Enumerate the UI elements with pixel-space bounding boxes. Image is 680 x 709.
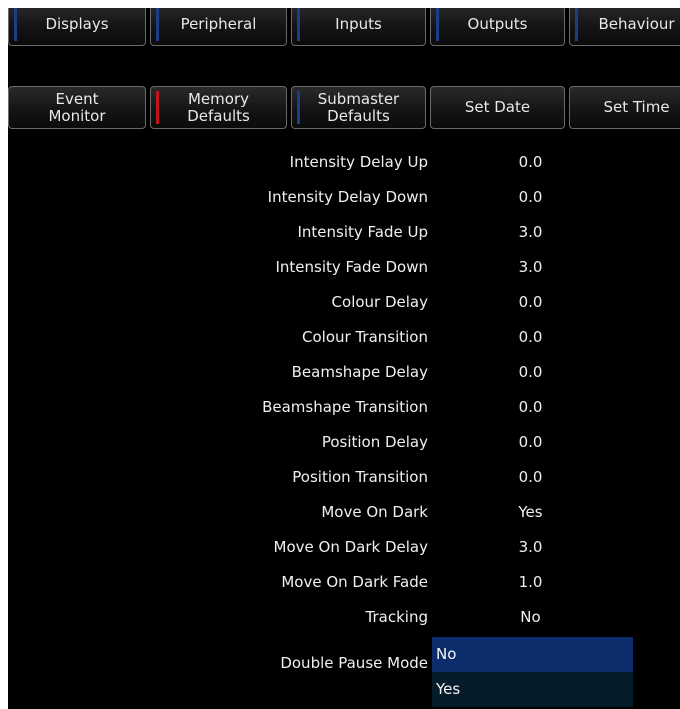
double-pause-mode-label: Double Pause Mode <box>280 654 428 672</box>
tab-label: Inputs <box>335 15 382 33</box>
tab-indicator-bar <box>575 8 578 41</box>
setting-value[interactable]: 1.0 <box>488 565 573 600</box>
tab-label: Event Monitor <box>48 89 106 125</box>
setting-value[interactable]: 0.0 <box>488 320 573 355</box>
setting-value[interactable]: 0.0 <box>488 425 573 460</box>
tab-displays[interactable]: Displays <box>8 8 146 46</box>
setting-label: Move On Dark <box>321 503 428 521</box>
tab-event-monitor[interactable]: Event Monitor <box>8 86 146 129</box>
tab-peripheral[interactable]: Peripheral <box>150 8 287 46</box>
setting-value[interactable]: 3.0 <box>488 530 573 565</box>
tab-set-time[interactable]: Set Time <box>569 86 680 129</box>
setting-value[interactable]: 3.0 <box>488 215 573 250</box>
tab-set-date[interactable]: Set Date <box>430 86 565 129</box>
setting-value[interactable]: 0.0 <box>488 355 573 390</box>
setting-label: Colour Transition <box>302 328 428 346</box>
tab-behaviour[interactable]: Behaviour <box>569 8 680 46</box>
tab-label: Submaster Defaults <box>317 89 400 125</box>
setting-label: Move On Dark Fade <box>281 573 428 591</box>
tab-indicator-bar <box>297 8 300 41</box>
tab-memory-defaults[interactable]: Memory Defaults <box>150 86 287 129</box>
setting-value[interactable]: 3.0 <box>488 250 573 285</box>
tab-outputs[interactable]: Outputs <box>430 8 565 46</box>
tab-indicator-bar <box>156 91 159 124</box>
tab-indicator-bar <box>156 8 159 41</box>
tab-indicator-bar <box>436 8 439 41</box>
tab-label: Displays <box>45 15 109 33</box>
tab-label: Set Date <box>464 98 531 116</box>
dropdown-option-yes[interactable]: Yes <box>432 672 633 707</box>
tab-submaster-defaults[interactable]: Submaster Defaults <box>291 86 426 129</box>
setting-value[interactable]: 0.0 <box>488 285 573 320</box>
tab-indicator-bar <box>297 91 300 124</box>
setting-value[interactable]: 0.0 <box>488 390 573 425</box>
setting-label: Move On Dark Delay <box>273 538 428 556</box>
tab-label: Peripheral <box>180 15 257 33</box>
setting-value[interactable]: 0.0 <box>488 180 573 215</box>
tab-label: Memory Defaults <box>187 89 250 125</box>
double-pause-mode-dropdown[interactable]: No Yes <box>432 637 633 707</box>
tab-inputs[interactable]: Inputs <box>291 8 426 46</box>
setting-label: Intensity Fade Up <box>297 223 428 241</box>
settings-screen: Displays Peripheral Inputs Outputs Behaviour… <box>8 8 680 709</box>
setting-label: Intensity Fade Down <box>275 258 428 276</box>
tab-label: Outputs <box>467 15 528 33</box>
setting-label: Position Delay <box>321 433 428 451</box>
dropdown-option-no[interactable]: No <box>432 637 633 672</box>
setting-value[interactable]: Yes <box>488 495 573 530</box>
tab-indicator-bar <box>14 8 17 41</box>
setting-label: Intensity Delay Down <box>267 188 428 206</box>
setting-label: Tracking <box>365 608 428 626</box>
setting-label: Beamshape Transition <box>262 398 428 416</box>
setting-value[interactable]: No <box>488 600 573 635</box>
setting-label: Position Transition <box>292 468 428 486</box>
setting-value[interactable]: 0.0 <box>488 460 573 495</box>
setting-label: Beamshape Delay <box>291 363 428 381</box>
tab-label: Set Time <box>603 98 670 116</box>
tab-label: Behaviour <box>598 15 675 33</box>
setting-value[interactable]: 0.0 <box>488 145 573 180</box>
setting-label: Intensity Delay Up <box>289 153 428 171</box>
setting-label: Colour Delay <box>331 293 428 311</box>
